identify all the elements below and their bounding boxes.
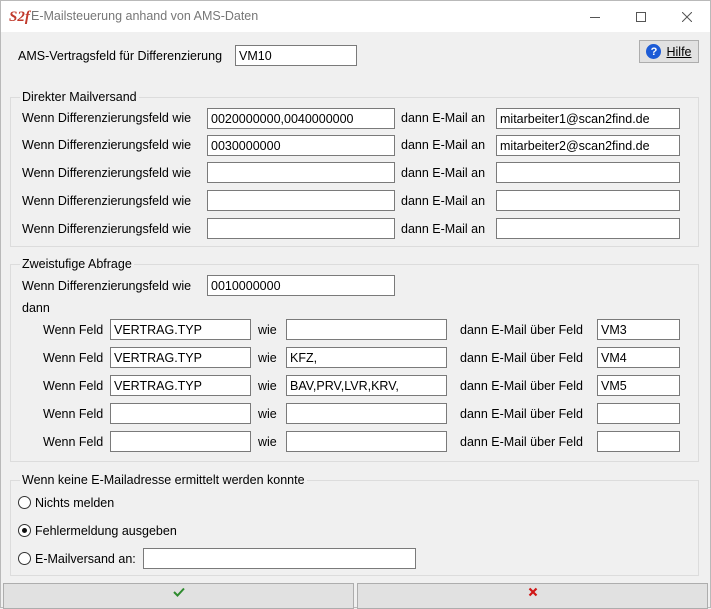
direct-row-label: Wenn Differenzierungsfeld wie xyxy=(22,111,192,125)
twostep-target-input[interactable] xyxy=(597,431,680,452)
radio-email-circle[interactable] xyxy=(18,552,31,565)
x-icon xyxy=(528,587,537,597)
checkmark-icon xyxy=(172,587,185,597)
twostep-mid-label: dann E-Mail über Feld xyxy=(460,379,583,393)
direct-mail-group-title: Direkter Mailversand xyxy=(20,90,139,104)
twostep-value-input[interactable] xyxy=(286,403,447,424)
minimize-icon xyxy=(590,16,600,18)
direct-row-mid-label: dann E-Mail an xyxy=(401,138,486,152)
help-button[interactable]: ? Hilfe xyxy=(639,40,699,63)
direct-row-mid-label: dann E-Mail an xyxy=(401,194,486,208)
twostep-wie-label: wie xyxy=(258,407,277,421)
app-logo-icon: S2f xyxy=(9,9,30,25)
direct-row-label: Wenn Differenzierungsfeld wie xyxy=(22,194,192,208)
fallback-email-input[interactable] xyxy=(143,548,416,569)
title-bar: S2f E-Mailsteuerung anhand von AMS-Daten xyxy=(1,1,710,32)
cancel-button[interactable] xyxy=(357,583,708,609)
direct-email-input[interactable]: mitarbeiter1@scan2find.de xyxy=(496,108,680,129)
help-button-label: Hilfe xyxy=(666,44,692,59)
direct-email-input[interactable] xyxy=(496,162,680,183)
twostep-row-label: Wenn Feld xyxy=(43,351,104,365)
close-icon xyxy=(682,11,692,22)
contract-field-input[interactable]: VM10 xyxy=(235,45,357,66)
twostep-target-input[interactable]: VM4 xyxy=(597,347,680,368)
twostep-diff-label: Wenn Differenzierungsfeld wie xyxy=(22,279,192,293)
twostep-field-input[interactable]: VERTRAG.TYP xyxy=(110,347,251,368)
twostep-mid-label: dann E-Mail über Feld xyxy=(460,323,583,337)
twostep-mid-label: dann E-Mail über Feld xyxy=(460,407,583,421)
twostep-row-label: Wenn Feld xyxy=(43,435,104,449)
direct-value-input[interactable] xyxy=(207,218,395,239)
twostep-dann-label: dann xyxy=(22,301,50,315)
twostep-diff-input[interactable]: 0010000000 xyxy=(207,275,395,296)
direct-row-label: Wenn Differenzierungsfeld wie xyxy=(22,166,192,180)
twostep-wie-label: wie xyxy=(258,351,277,365)
twostep-field-input[interactable] xyxy=(110,431,251,452)
twostep-value-input[interactable]: KFZ, xyxy=(286,347,447,368)
maximize-icon xyxy=(636,11,646,22)
twostep-field-input[interactable]: VERTRAG.TYP xyxy=(110,319,251,340)
maximize-button[interactable] xyxy=(618,1,664,32)
twostep-mid-label: dann E-Mail über Feld xyxy=(460,351,583,365)
twostep-value-input[interactable] xyxy=(286,431,447,452)
twostep-target-input[interactable]: VM3 xyxy=(597,319,680,340)
twostep-target-input[interactable]: VM5 xyxy=(597,375,680,396)
direct-row-mid-label: dann E-Mail an xyxy=(401,222,486,236)
radio-error-label[interactable]: Fehlermeldung ausgeben xyxy=(35,524,177,538)
ok-button[interactable] xyxy=(3,583,354,609)
direct-value-input[interactable] xyxy=(207,190,395,211)
direct-value-input[interactable]: 0020000000,0040000000 xyxy=(207,108,395,129)
radio-error-circle[interactable] xyxy=(18,524,31,537)
radio-nothing-label[interactable]: Nichts melden xyxy=(35,496,114,510)
twostep-row-label: Wenn Feld xyxy=(43,407,104,421)
twostep-group-title: Zweistufige Abfrage xyxy=(20,257,134,271)
direct-email-input[interactable] xyxy=(496,190,680,211)
fallback-group-title: Wenn keine E-Mailadresse ermittelt werde… xyxy=(20,473,307,487)
twostep-row-label: Wenn Feld xyxy=(43,379,104,393)
minimize-button[interactable] xyxy=(572,1,618,32)
radio-nothing-circle[interactable] xyxy=(18,496,31,509)
twostep-target-input[interactable] xyxy=(597,403,680,424)
twostep-value-input[interactable]: BAV,PRV,LVR,KRV, xyxy=(286,375,447,396)
direct-value-input[interactable] xyxy=(207,162,395,183)
twostep-row-label: Wenn Feld xyxy=(43,323,104,337)
close-button[interactable] xyxy=(664,1,710,32)
twostep-value-input[interactable] xyxy=(286,319,447,340)
direct-row-label: Wenn Differenzierungsfeld wie xyxy=(22,138,192,152)
direct-email-input[interactable] xyxy=(496,218,680,239)
twostep-wie-label: wie xyxy=(258,323,277,337)
direct-row-mid-label: dann E-Mail an xyxy=(401,111,486,125)
help-icon: ? xyxy=(646,44,662,59)
twostep-mid-label: dann E-Mail über Feld xyxy=(460,435,583,449)
dialog-window: S2f E-Mailsteuerung anhand von AMS-Daten… xyxy=(0,0,711,609)
window-title: E-Mailsteuerung anhand von AMS-Daten xyxy=(31,9,259,23)
direct-value-input[interactable]: 0030000000 xyxy=(207,135,395,156)
twostep-field-input[interactable] xyxy=(110,403,251,424)
direct-email-input[interactable]: mitarbeiter2@scan2find.de xyxy=(496,135,680,156)
direct-row-label: Wenn Differenzierungsfeld wie xyxy=(22,222,192,236)
twostep-wie-label: wie xyxy=(258,379,277,393)
direct-row-mid-label: dann E-Mail an xyxy=(401,166,486,180)
radio-email-label[interactable]: E-Mailversand an: xyxy=(35,552,136,566)
twostep-wie-label: wie xyxy=(258,435,277,449)
contract-field-label: AMS-Vertragsfeld für Differenzierung xyxy=(18,49,223,63)
twostep-field-input[interactable]: VERTRAG.TYP xyxy=(110,375,251,396)
